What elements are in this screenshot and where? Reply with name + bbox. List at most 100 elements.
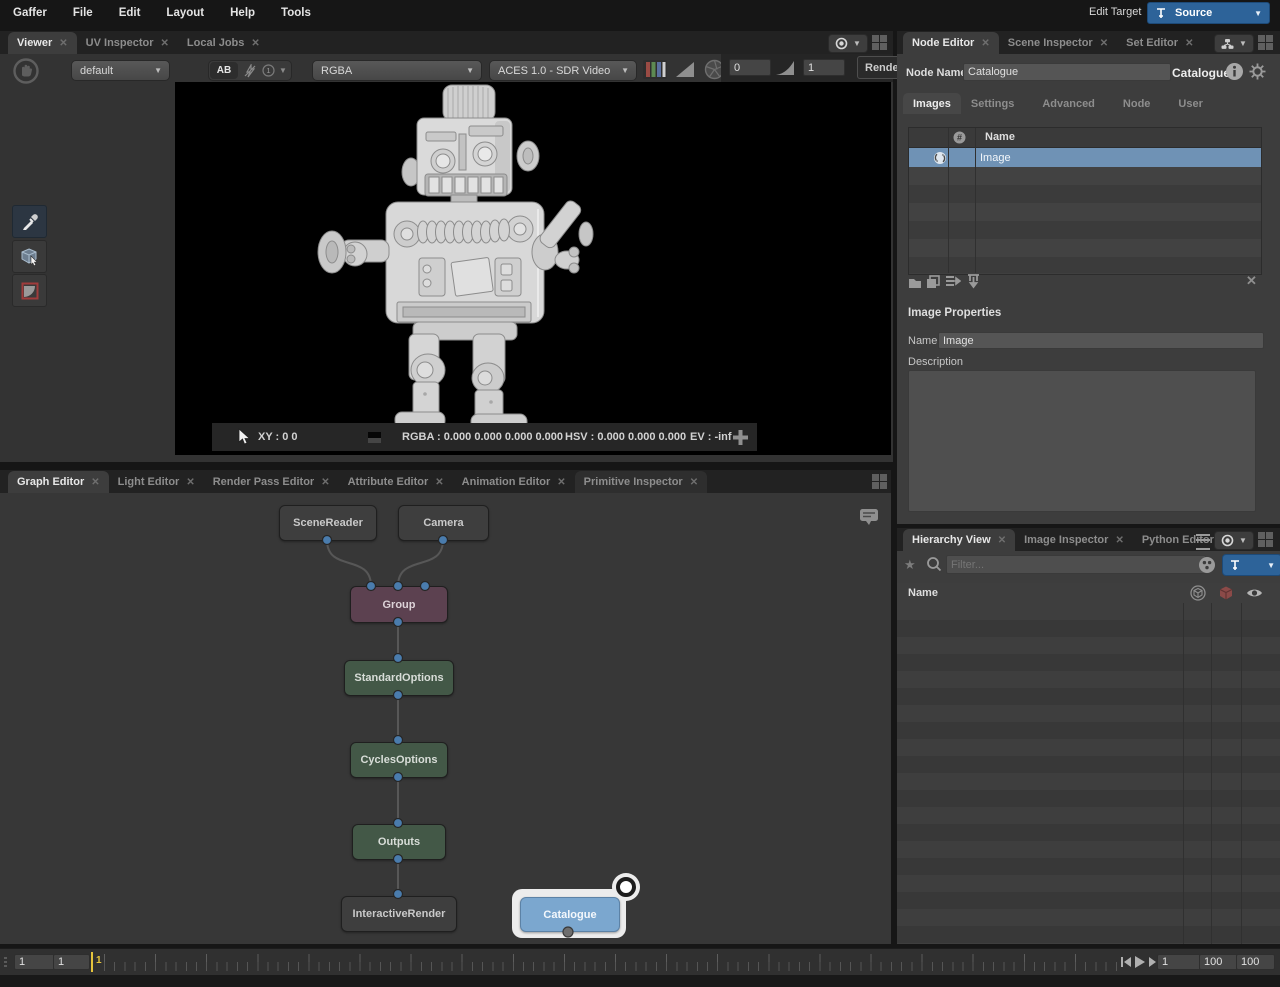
menu-tools[interactable]: Tools <box>268 7 324 19</box>
playback-end-input[interactable] <box>1236 954 1275 970</box>
timeline-grip[interactable] <box>4 957 7 967</box>
focus-ring-indicator[interactable] <box>616 877 636 897</box>
close-icon[interactable]: ✕ <box>1100 38 1108 49</box>
editor-focus-menu-button[interactable]: ▼ <box>1214 531 1254 550</box>
subtab-user[interactable]: User <box>1168 93 1212 114</box>
name-column-header[interactable]: Name <box>985 131 1015 143</box>
close-icon[interactable]: ✕ <box>1115 535 1123 546</box>
extract-column-icon[interactable] <box>967 274 980 289</box>
node-outputs[interactable]: Outputs <box>352 824 446 860</box>
tab-local-jobs[interactable]: Local Jobs ✕ <box>178 32 269 54</box>
close-icon[interactable]: ✕ <box>251 38 259 49</box>
close-icon[interactable]: ✕ <box>186 477 194 488</box>
close-icon[interactable]: ✕ <box>161 38 169 49</box>
menu-layout[interactable]: Layout <box>153 7 217 19</box>
node-interactiverender[interactable]: InteractiveRender <box>341 896 457 932</box>
bookmark-star-icon[interactable]: ★ <box>904 557 916 573</box>
name-column-header[interactable]: Name <box>908 587 938 599</box>
compare-image-index-icon[interactable]: 1 <box>262 64 275 77</box>
subtab-node[interactable]: Node <box>1113 93 1161 114</box>
gear-icon[interactable] <box>1249 63 1266 80</box>
close-icon[interactable]: ✕ <box>321 477 329 488</box>
node-name-input[interactable] <box>963 63 1171 81</box>
close-icon[interactable]: ✕ <box>998 535 1006 546</box>
tab-attribute-editor[interactable]: Attribute Editor ✕ <box>339 471 453 493</box>
node-catalogue[interactable]: Catalogue <box>520 897 620 932</box>
tab-graph-editor[interactable]: Graph Editor ✕ <box>8 471 109 493</box>
filter-options-icon[interactable] <box>1198 556 1216 574</box>
edit-target-dropdown[interactable]: Source ▼ <box>1147 2 1270 24</box>
tab-scene-inspector[interactable]: Scene Inspector ✕ <box>999 32 1117 54</box>
node-set-menu-button[interactable]: ▼ <box>1214 34 1254 53</box>
close-icon[interactable]: ✕ <box>91 477 99 488</box>
close-icon[interactable]: ✕ <box>59 38 67 49</box>
frame-input[interactable] <box>1157 954 1205 970</box>
node-standardoptions[interactable]: StandardOptions <box>344 660 454 696</box>
channel-bars-icon[interactable] <box>643 60 667 79</box>
node-cyclesoptions[interactable]: CyclesOptions <box>350 742 448 778</box>
color-picker-tool-button[interactable] <box>12 205 47 238</box>
set-membership-icon[interactable] <box>1190 585 1206 601</box>
tab-node-editor[interactable]: Node Editor ✕ <box>903 32 999 54</box>
images-table-empty-rows[interactable] <box>909 167 1261 273</box>
tab-uv-inspector[interactable]: UV Inspector ✕ <box>77 32 178 54</box>
wipe-icon[interactable] <box>243 64 257 78</box>
duplicate-image-icon[interactable] <box>926 275 940 289</box>
gamma-icon[interactable] <box>774 59 796 77</box>
tab-animation-editor[interactable]: Animation Editor ✕ <box>453 471 575 493</box>
close-icon[interactable]: ✕ <box>557 477 565 488</box>
image-name-input[interactable] <box>938 332 1264 349</box>
camera-select[interactable]: default ▼ <box>71 60 170 81</box>
frame-hash-column-icon[interactable]: # <box>953 131 966 144</box>
layout-grid-icon[interactable] <box>872 474 887 489</box>
exclude-cube-icon[interactable] <box>1218 585 1234 601</box>
pan-hand-icon[interactable] <box>13 58 39 84</box>
viewer-viewport[interactable] <box>175 82 891 455</box>
close-icon[interactable]: ✕ <box>981 38 989 49</box>
range-end-input[interactable] <box>1199 954 1238 970</box>
add-image-icon[interactable] <box>908 276 922 289</box>
image-description-textarea[interactable] <box>908 370 1256 512</box>
chevron-down-icon[interactable]: ▼ <box>279 66 287 75</box>
tab-light-editor[interactable]: Light Editor ✕ <box>109 471 204 493</box>
tab-primitive-inspector[interactable]: Primitive Inspector ✕ <box>575 471 707 493</box>
hierarchy-rows[interactable] <box>897 603 1280 944</box>
menu-file[interactable]: File <box>60 7 106 19</box>
scene-target-dropdown[interactable]: ▼ <box>1222 554 1280 576</box>
skip-to-start-button[interactable] <box>1120 956 1132 968</box>
range-start-input[interactable] <box>14 954 57 970</box>
image-row-selected[interactable]: Image <box>909 148 1261 167</box>
play-button[interactable] <box>1134 955 1146 969</box>
close-icon[interactable]: ✕ <box>1185 38 1193 49</box>
layout-grid-icon[interactable] <box>872 35 887 50</box>
layout-grid-icon[interactable] <box>1258 35 1273 50</box>
subtab-advanced[interactable]: Advanced <box>1032 93 1105 114</box>
playhead[interactable] <box>91 952 93 972</box>
ab-compare-button[interactable]: AB <box>210 62 238 79</box>
info-icon[interactable] <box>1225 62 1244 81</box>
node-scenereader[interactable]: SceneReader <box>279 505 377 541</box>
menu-help[interactable]: Help <box>217 7 268 19</box>
menu-gaffer[interactable]: Gaffer <box>0 7 60 19</box>
subtab-settings[interactable]: Settings <box>961 93 1024 114</box>
gamma-input[interactable] <box>803 59 845 76</box>
remove-image-icon[interactable]: ✕ <box>1246 273 1257 289</box>
exposure-icon[interactable] <box>674 60 696 79</box>
channels-select[interactable]: RGBA ▼ <box>312 60 482 81</box>
visibility-eye-icon[interactable] <box>1246 587 1263 599</box>
layout-grid-icon[interactable] <box>1258 532 1273 547</box>
export-image-icon[interactable] <box>945 275 961 289</box>
annotation-bubble-icon[interactable] <box>858 506 880 528</box>
current-frame-input[interactable] <box>53 954 90 970</box>
tab-render-pass-editor[interactable]: Render Pass Editor ✕ <box>204 471 339 493</box>
exposure-input[interactable] <box>729 59 771 76</box>
tab-hierarchy-view[interactable]: Hierarchy View ✕ <box>903 529 1015 551</box>
subtab-images[interactable]: Images <box>903 93 961 114</box>
close-icon[interactable]: ✕ <box>435 477 443 488</box>
tab-image-inspector[interactable]: Image Inspector ✕ <box>1015 529 1133 551</box>
filter-input[interactable] <box>946 555 1206 574</box>
crop-window-tool-button[interactable] <box>12 274 47 307</box>
node-group[interactable]: Group <box>350 586 448 623</box>
graph-editor-canvas[interactable]: SceneReader Camera Group StandardOptions… <box>0 493 891 944</box>
menu-edit[interactable]: Edit <box>106 7 154 19</box>
